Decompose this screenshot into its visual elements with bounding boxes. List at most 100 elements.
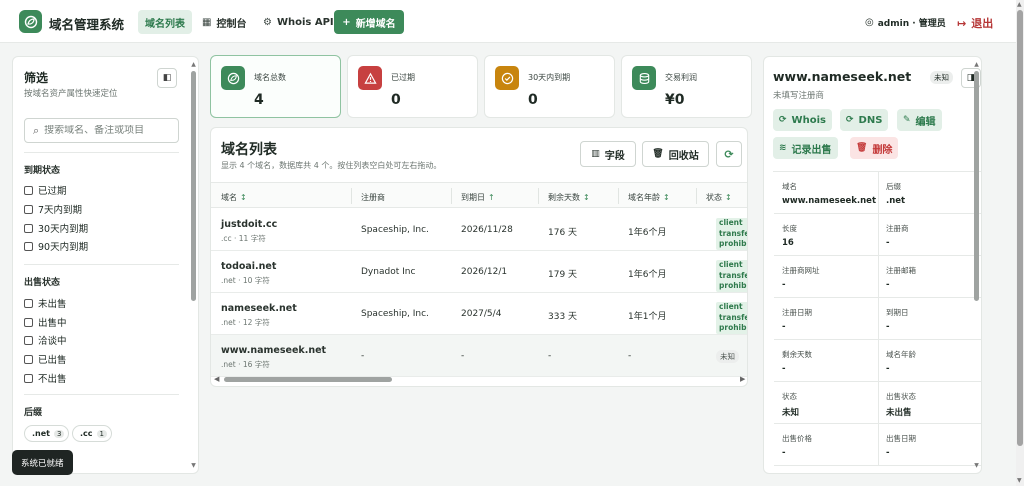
scroll-left-icon: ◀ xyxy=(214,375,220,383)
domain-name[interactable]: todoai.net xyxy=(221,261,276,272)
database-icon xyxy=(632,66,656,90)
checkbox[interactable] xyxy=(24,185,33,195)
database-icon: ≋ xyxy=(779,143,787,153)
filter-not-for-sale-yet[interactable]: 未出售 xyxy=(24,296,67,310)
column-divider[interactable] xyxy=(618,188,619,204)
checkbox[interactable] xyxy=(24,317,33,327)
app-title: 域名管理系统 xyxy=(49,17,125,32)
table-row[interactable]: todoai.net .net · 10 字符 Dynadot Inc 2026… xyxy=(211,251,747,293)
checkbox[interactable] xyxy=(24,373,33,383)
stat-label: 已过期 xyxy=(391,73,415,82)
filter-selling[interactable]: 出售中 xyxy=(24,315,67,329)
detail-field: 出售价格 - xyxy=(774,424,879,466)
column-header-registrar[interactable]: 注册商 xyxy=(361,192,385,203)
filter-search[interactable]: ⌕ xyxy=(24,118,179,143)
suffix-chip-cc[interactable]: .cc 1 xyxy=(72,425,112,442)
scrollbar-thumb[interactable] xyxy=(224,377,392,382)
detail-field: 出售状态 未出售 xyxy=(878,382,981,424)
field-key: 注册商网址 xyxy=(782,266,820,275)
expiry-cell: 2026/11/28 xyxy=(461,225,513,235)
filter-scrollbar[interactable]: ▲ ▼ xyxy=(191,61,196,469)
stat-card-expired[interactable]: 已过期 0 xyxy=(347,55,478,118)
stat-card-expiring[interactable]: 30天内到期 0 xyxy=(484,55,615,118)
edit-button[interactable]: ✎ 编辑 xyxy=(897,109,942,131)
expiry-cell: - xyxy=(461,351,465,361)
filter-30days[interactable]: 30天内到期 xyxy=(24,221,88,235)
detail-field: 剩余天数 - xyxy=(774,340,879,382)
expiry-group-title: 到期状态 xyxy=(24,166,61,176)
filter-sold[interactable]: 已出售 xyxy=(24,352,67,366)
domain-name[interactable]: nameseek.net xyxy=(221,303,297,314)
checkbox[interactable] xyxy=(24,298,33,308)
table-header: 域名 ↕ 注册商 到期日 ↑ 剩余天数 ↕ 域名年龄 ↕ 状态 ↕ xyxy=(211,182,747,208)
delete-button[interactable]: 🗑 删除 xyxy=(850,137,899,159)
column-header-age[interactable]: 域名年龄 ↕ xyxy=(628,192,670,203)
status-toast: 系统已就绪 xyxy=(12,450,73,475)
nav-domain-list[interactable]: 域名列表 xyxy=(138,10,192,34)
column-header-status[interactable]: 状态 ↕ xyxy=(706,192,732,203)
page-scrollbar[interactable]: ▲ ▼ xyxy=(1016,0,1024,486)
refresh-button[interactable]: ⟳ xyxy=(716,141,742,167)
detail-scrollbar[interactable]: ▲ ▼ xyxy=(974,61,979,469)
whois-button[interactable]: ⟳ Whois xyxy=(773,109,832,131)
nav-whois-api[interactable]: ⚙ Whois API xyxy=(256,10,341,34)
domain-meta: .net · 10 字符 xyxy=(221,276,270,285)
nav-dashboard-label: 控制台 xyxy=(216,18,247,30)
nav-dashboard[interactable]: ▦ 控制台 xyxy=(195,10,253,34)
column-header-domain[interactable]: 域名 ↕ xyxy=(221,192,247,203)
checkbox[interactable] xyxy=(24,354,33,364)
search-input[interactable] xyxy=(44,125,165,136)
filter-expired[interactable]: 已过期 xyxy=(24,183,67,197)
plus-icon: + xyxy=(342,16,351,28)
expiry-cell: 2027/5/4 xyxy=(461,309,502,319)
column-divider[interactable] xyxy=(351,188,352,204)
days-left-cell: 176 天 xyxy=(548,228,578,238)
recycle-bin-label: 回收站 xyxy=(668,150,699,162)
table-row-selected[interactable]: www.nameseek.net .net · 16 字符 - - - - 未知 xyxy=(211,335,747,377)
sort-icon: ↕ xyxy=(583,193,590,202)
stat-value: 4 xyxy=(254,92,264,108)
dns-button[interactable]: ⟳ DNS xyxy=(840,109,889,131)
checkbox[interactable] xyxy=(24,335,33,345)
table-row[interactable]: nameseek.net .net · 12 字符 Spaceship, Inc… xyxy=(211,293,747,335)
domain-name[interactable]: justdoit.cc xyxy=(221,219,277,230)
stat-card-total[interactable]: 域名总数 4 xyxy=(210,55,341,118)
nav-domain-list-label: 域名列表 xyxy=(145,18,185,30)
logout-button[interactable]: ↦ 退出 xyxy=(957,15,993,31)
stat-card-profit[interactable]: 交易利润 ¥0 xyxy=(621,55,752,118)
field-value: - xyxy=(886,364,890,374)
recycle-bin-button[interactable]: 🗑 回收站 xyxy=(642,141,709,167)
filter-7days[interactable]: 7天内到期 xyxy=(24,202,82,216)
checkbox[interactable] xyxy=(24,241,33,251)
table-row[interactable]: justdoit.cc .cc · 11 字符 Spaceship, Inc. … xyxy=(211,209,747,251)
filter-negotiating[interactable]: 洽谈中 xyxy=(24,333,67,347)
status-badge: client transfer prohibited xyxy=(716,260,747,292)
horizontal-scrollbar[interactable]: ◀ ▶ xyxy=(211,372,747,386)
collapse-filter-button[interactable]: ◧ xyxy=(157,68,177,88)
column-header-expiry[interactable]: 到期日 ↑ xyxy=(461,192,495,203)
suffix-chip-net[interactable]: .net 3 xyxy=(24,425,70,442)
add-domain-button[interactable]: + 新增域名 xyxy=(334,10,404,34)
search-icon: ⌕ xyxy=(33,123,40,137)
suffix-chip-count: 1 xyxy=(96,429,107,438)
user-info[interactable]: ◎ admin · 管理员 xyxy=(865,16,946,29)
column-header-days-left[interactable]: 剩余天数 ↕ xyxy=(548,192,590,203)
record-sale-button[interactable]: ≋ 记录出售 xyxy=(773,137,838,159)
column-divider[interactable] xyxy=(451,188,452,204)
checkbox[interactable] xyxy=(24,223,33,233)
scrollbar-thumb[interactable] xyxy=(191,71,196,301)
filter-not-selling[interactable]: 不出售 xyxy=(24,371,67,385)
column-header-label: 到期日 xyxy=(461,193,485,202)
stat-value: ¥0 xyxy=(665,92,685,108)
gear-icon: ⚙ xyxy=(263,16,272,28)
domain-name[interactable]: www.nameseek.net xyxy=(221,345,326,356)
column-divider[interactable] xyxy=(538,188,539,204)
scrollbar-thumb[interactable] xyxy=(1017,10,1023,446)
scrollbar-thumb[interactable] xyxy=(974,71,979,301)
checkbox[interactable] xyxy=(24,204,33,214)
column-divider[interactable] xyxy=(696,188,697,204)
pencil-icon: ✎ xyxy=(903,115,911,125)
filter-90days[interactable]: 90天内到期 xyxy=(24,239,88,253)
checkbox-label: 未出售 xyxy=(38,299,67,310)
fields-button[interactable]: ▥ 字段 xyxy=(580,141,636,167)
